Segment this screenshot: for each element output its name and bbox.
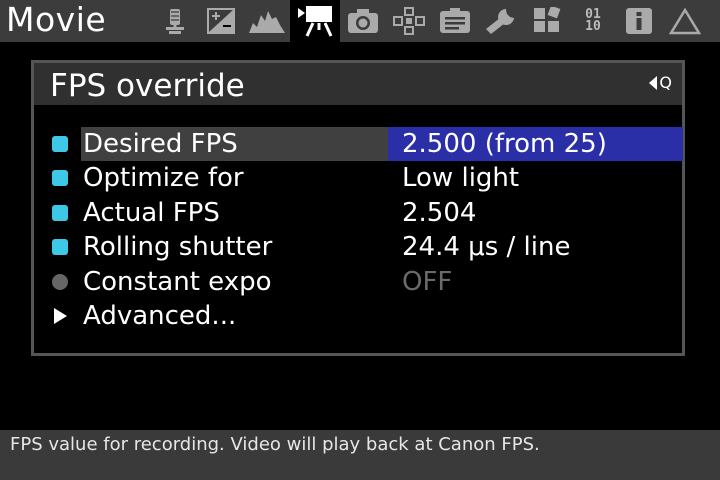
delta-icon (669, 7, 701, 35)
menu-item-value: OFF (402, 267, 453, 297)
tab-prefs[interactable] (478, 0, 524, 42)
menu-item-label: Rolling shutter (83, 232, 273, 262)
debug-binary-icon: 01 10 (585, 7, 601, 34)
info-icon (626, 8, 652, 34)
tab-audio[interactable] (152, 0, 198, 42)
camera-icon (348, 9, 378, 33)
tab-help[interactable] (616, 0, 662, 42)
menu-item-label: Desired FPS (81, 127, 391, 161)
top-bar: Movie 01 10 (0, 0, 720, 42)
panel-header: FPS override Q (34, 63, 682, 105)
wrench-icon (486, 9, 514, 34)
q-submenu-indicator[interactable]: Q (649, 73, 672, 92)
menu-item-label: Optimize for (83, 163, 244, 193)
histogram-icon (249, 11, 285, 33)
tab-shoot[interactable] (340, 0, 386, 42)
help-footer: FPS value for recording. Video will play… (0, 430, 720, 480)
menu-item-value: 2.504 (402, 198, 477, 228)
tab-movie[interactable] (290, 0, 340, 42)
enabled-square-icon (52, 170, 68, 186)
tab-overlay[interactable] (244, 0, 290, 42)
submenu-arrow-icon (54, 308, 67, 324)
exposure-compensation-icon (207, 8, 235, 34)
menu-item-actual-fps[interactable]: Actual FPS 2.504 (34, 196, 682, 230)
menu-item-label: Actual FPS (83, 198, 220, 228)
disabled-circle-icon (52, 274, 68, 290)
menu-item-label: Advanced... (83, 301, 237, 331)
tab-focus[interactable] (386, 0, 432, 42)
menu-item-constant-expo[interactable]: Constant expo OFF (34, 265, 682, 299)
enabled-square-icon (52, 239, 68, 255)
menu-item-value: 24.4 μs / line (402, 232, 571, 262)
back-arrow-icon (649, 75, 658, 90)
modules-icon (534, 7, 561, 32)
menu-item-value: 2.500 (from 25) (388, 127, 683, 161)
display-icon (440, 8, 470, 33)
menu-item-rolling-shutter[interactable]: Rolling shutter 24.4 μs / line (34, 230, 682, 264)
panel-title: FPS override (50, 68, 245, 104)
menu-item-value: Low light (402, 163, 520, 193)
tab-debug[interactable]: 01 10 (570, 0, 616, 42)
focus-crosshair-icon (393, 7, 425, 35)
tab-my-menu[interactable] (662, 0, 708, 42)
menu-item-desired-fps[interactable]: Desired FPS 2.500 (from 25) (34, 127, 683, 161)
tab-exposure[interactable] (198, 0, 244, 42)
menu-item-optimize-for[interactable]: Optimize for Low light (34, 161, 682, 195)
microphone-icon (166, 9, 184, 34)
enabled-square-icon (52, 136, 68, 152)
tab-display[interactable] (432, 0, 478, 42)
fps-override-panel: FPS override Q Desired FPS 2.500 (from 2… (31, 60, 685, 356)
movie-camera-icon (298, 6, 333, 37)
enabled-square-icon (52, 205, 68, 221)
tab-modules[interactable] (524, 0, 570, 42)
help-text: FPS value for recording. Video will play… (10, 434, 540, 455)
menu-item-label: Constant expo (83, 267, 272, 297)
menu-item-advanced[interactable]: Advanced... (34, 299, 682, 333)
menu-title: Movie (6, 0, 107, 39)
